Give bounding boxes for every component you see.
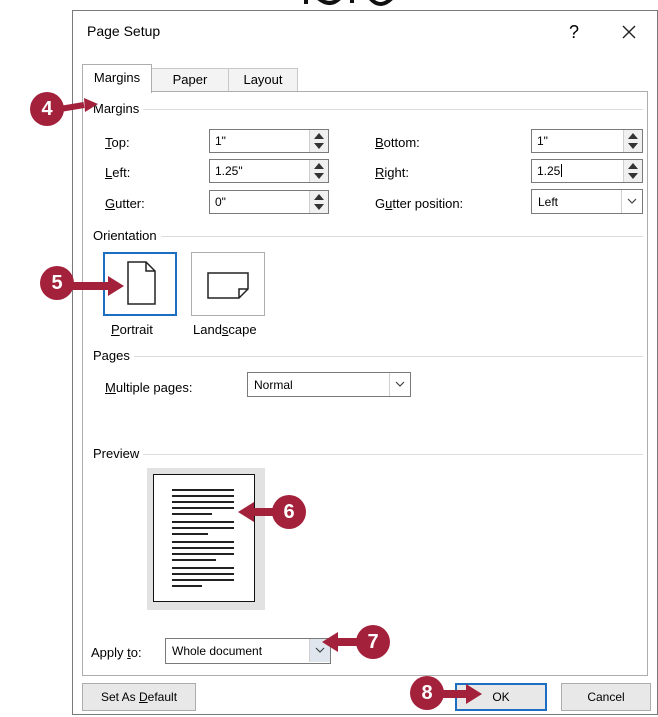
callout-8-arrow: [440, 684, 482, 704]
page-setup-dialog: Page Setup ? Margins Paper Layout Margin…: [72, 10, 658, 715]
cancel-button[interactable]: Cancel: [561, 683, 651, 711]
spin-up-icon[interactable]: [314, 133, 324, 139]
preview-text-line: [172, 585, 202, 587]
gutter-spinner[interactable]: 0": [209, 190, 329, 214]
text-caret: [561, 164, 563, 177]
chevron-down-icon: [395, 381, 405, 387]
spinner-buttons[interactable]: [623, 160, 642, 182]
apply-to-dropdown[interactable]: Whole document: [165, 638, 331, 664]
callout-4-arrow: [59, 98, 98, 112]
apply-to-value: Whole document: [172, 644, 263, 658]
left-label: Left:: [105, 165, 131, 180]
dialog-title: Page Setup: [87, 23, 161, 39]
bottom-margin-value: 1": [537, 134, 548, 148]
spinner-buttons[interactable]: [309, 160, 328, 182]
orientation-section-label: Orientation: [93, 228, 161, 243]
callout-7-arrow: [322, 632, 358, 652]
pages-section-label: Pages: [93, 348, 134, 363]
preview-text-line: [172, 521, 234, 523]
close-button[interactable]: [611, 17, 647, 47]
preview-text-line: [172, 579, 234, 581]
dropdown-button[interactable]: [621, 190, 642, 213]
tab-margins[interactable]: Margins: [82, 64, 152, 93]
apply-to-label: Apply to:: [91, 645, 142, 660]
top-margin-spinner[interactable]: 1": [209, 129, 329, 153]
multiple-pages-dropdown[interactable]: Normal: [247, 372, 411, 397]
gutter-position-value: Left: [538, 195, 559, 209]
preview-text-line: [172, 547, 234, 549]
preview-text-line: [172, 527, 234, 529]
callout-7: 7: [356, 625, 390, 659]
spin-up-icon[interactable]: [628, 133, 638, 139]
preview-text-line: [172, 533, 208, 535]
background-text-fragment: [300, 0, 420, 8]
landscape-button[interactable]: [191, 252, 265, 316]
orientation-divider: [93, 236, 643, 237]
gutter-value: 0": [215, 195, 226, 209]
margins-section-label: Margins: [93, 101, 144, 116]
spin-up-icon[interactable]: [314, 163, 324, 169]
preview-text-line: [172, 513, 212, 515]
callout-6: 6: [272, 495, 306, 529]
title-bar: Page Setup ?: [73, 11, 657, 53]
pages-divider: [93, 356, 643, 357]
help-button[interactable]: ?: [559, 17, 589, 47]
left-margin-spinner[interactable]: 1.25": [209, 159, 329, 183]
preview-text-line: [172, 501, 234, 503]
spin-down-icon[interactable]: [314, 173, 324, 179]
bottom-label: Bottom:: [375, 135, 420, 150]
gutter-position-dropdown[interactable]: Left: [531, 189, 643, 214]
preview-text-line: [172, 553, 234, 555]
callout-8: 8: [410, 676, 444, 710]
preview-text-line: [172, 559, 216, 561]
gutter-label: Gutter:: [105, 196, 145, 211]
spin-up-icon[interactable]: [628, 163, 638, 169]
callout-6-arrow: [238, 502, 274, 522]
tab-paper[interactable]: Paper: [151, 68, 229, 92]
landscape-label: Landscape: [193, 322, 257, 337]
right-margin-value: 1.25: [537, 164, 563, 178]
preview-page: [153, 474, 255, 602]
preview-text-line: [172, 489, 234, 491]
left-margin-value: 1.25": [215, 164, 243, 178]
tab-layout[interactable]: Layout: [228, 68, 298, 92]
multiple-pages-label: Multiple pages:: [105, 380, 193, 395]
set-as-default-button[interactable]: Set As Default: [82, 683, 196, 711]
callout-5-arrow: [70, 276, 124, 296]
top-margin-value: 1": [215, 134, 226, 148]
preview-text-line: [172, 573, 234, 575]
margins-divider: [93, 109, 643, 110]
callout-5: 5: [40, 266, 74, 300]
spin-down-icon[interactable]: [628, 173, 638, 179]
preview-area: [147, 468, 265, 610]
gutter-position-label: Gutter position:: [375, 196, 464, 211]
preview-text-line: [172, 495, 234, 497]
preview-text-line: [172, 541, 234, 543]
spin-down-icon[interactable]: [314, 204, 324, 210]
preview-text-line: [172, 507, 234, 509]
chevron-down-icon: [627, 198, 637, 204]
preview-section-label: Preview: [93, 446, 144, 461]
margins-panel: Margins Top: 1" Left: 1.25" Gutter: 0" B…: [82, 91, 648, 676]
spinner-buttons[interactable]: [309, 130, 328, 152]
preview-text-line: [172, 567, 234, 569]
dropdown-button[interactable]: [389, 373, 410, 396]
bottom-margin-spinner[interactable]: 1": [531, 129, 643, 153]
spinner-buttons[interactable]: [623, 130, 642, 152]
right-label: Right:: [375, 165, 409, 180]
landscape-page-icon: [207, 272, 249, 299]
spinner-buttons[interactable]: [309, 191, 328, 213]
preview-divider: [93, 454, 643, 455]
callout-4: 4: [30, 92, 64, 126]
top-label: Top:: [105, 135, 130, 150]
right-margin-spinner[interactable]: 1.25: [531, 159, 643, 183]
portrait-label: Portrait: [111, 322, 153, 337]
spin-down-icon[interactable]: [628, 143, 638, 149]
close-icon: [622, 25, 636, 39]
spin-up-icon[interactable]: [314, 194, 324, 200]
multiple-pages-value: Normal: [254, 378, 293, 392]
spin-down-icon[interactable]: [314, 143, 324, 149]
